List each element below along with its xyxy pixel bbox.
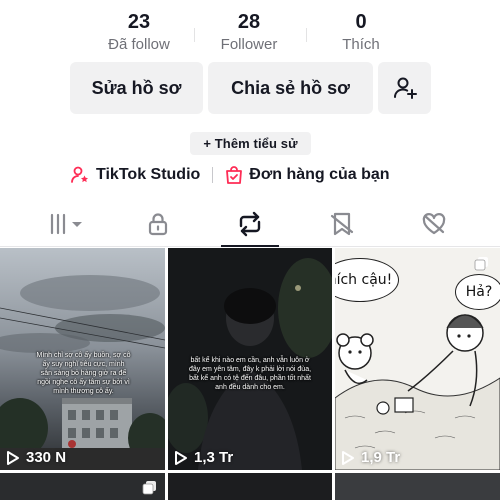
edit-profile-button[interactable]: Sửa hồ sơ <box>70 62 203 114</box>
tab-private[interactable] <box>128 208 188 240</box>
likes-count: 0 <box>355 11 367 33</box>
person-add-icon <box>393 77 417 99</box>
play-icon <box>342 450 354 465</box>
active-tab-indicator <box>221 245 279 247</box>
photo-carousel-icon <box>474 257 488 271</box>
play-icon <box>175 450 187 465</box>
view-count-text: 330 N <box>26 449 67 466</box>
following-count: 23 <box>127 11 151 33</box>
video-tile[interactable] <box>335 473 500 500</box>
tiktok-studio-link[interactable]: TikTok Studio <box>70 165 200 185</box>
profile-links: TikTok Studio Đơn hàng của bạn <box>70 162 390 188</box>
profile-stats: 23 Đã follow 28 Follower 0 Thích <box>0 10 500 60</box>
view-count-text: 1,9 Tr <box>361 449 401 466</box>
studio-label: TikTok Studio <box>96 166 201 183</box>
video-caption: Mình chỉ sợ cô ấy buồn, sợ cô ấy suy ngh… <box>36 352 131 395</box>
following-label: Đã follow <box>108 36 170 53</box>
shopping-bag-icon <box>226 166 243 184</box>
likes-stat[interactable]: 0 Thích <box>306 10 416 55</box>
share-profile-button[interactable]: Chia sẻ hồ sơ <box>208 62 373 114</box>
add-friend-button[interactable] <box>378 62 431 114</box>
likes-label: Thích <box>342 36 380 53</box>
video-grid: Mình chỉ sợ cô ấy buồn, sợ cô ấy suy ngh… <box>0 248 500 500</box>
video-caption: bất kể khi nào em cần, anh vẫn luôn ở đâ… <box>188 357 312 391</box>
view-count: 1,3 Tr <box>174 449 233 466</box>
view-count: 1,9 Tr <box>341 449 400 466</box>
orders-label: Đơn hàng của bạn <box>249 166 390 183</box>
video-tile[interactable] <box>168 473 332 500</box>
lock-icon <box>148 213 168 236</box>
tab-videos[interactable] <box>36 208 96 240</box>
orders-link[interactable]: Đơn hàng của bạn <box>225 165 390 185</box>
play-icon <box>7 450 19 465</box>
add-bio-button[interactable]: + Thêm tiểu sử <box>190 132 311 155</box>
speech-bubble: Hả? <box>455 274 500 310</box>
profile-tabs <box>0 200 500 247</box>
studio-icon <box>71 166 88 183</box>
liked-icon <box>422 213 446 235</box>
bookmark-icon <box>330 212 354 236</box>
followers-stat[interactable]: 28 Follower <box>194 10 304 55</box>
view-count-text: 1,3 Tr <box>194 449 234 466</box>
video-tile[interactable]: Mình chỉ sợ cô ấy buồn, sợ cô ấy suy ngh… <box>0 248 165 470</box>
tab-liked[interactable] <box>404 208 464 240</box>
followers-count: 28 <box>237 11 261 33</box>
links-divider <box>212 167 214 183</box>
view-count: 330 N <box>6 449 66 466</box>
tab-reposts[interactable] <box>220 208 280 240</box>
repost-icon <box>239 211 261 237</box>
video-tile[interactable] <box>0 473 165 500</box>
followers-label: Follower <box>220 36 278 53</box>
tab-favorites[interactable] <box>312 208 372 240</box>
following-stat[interactable]: 23 Đã follow <box>84 10 194 55</box>
video-tile[interactable]: bất kể khi nào em cần, anh vẫn luôn ở đâ… <box>168 248 332 470</box>
grid-icon <box>50 213 82 235</box>
video-tile[interactable]: ních cậu! Hả? 1,9 Tr <box>335 248 500 470</box>
photo-carousel-icon <box>142 481 156 495</box>
